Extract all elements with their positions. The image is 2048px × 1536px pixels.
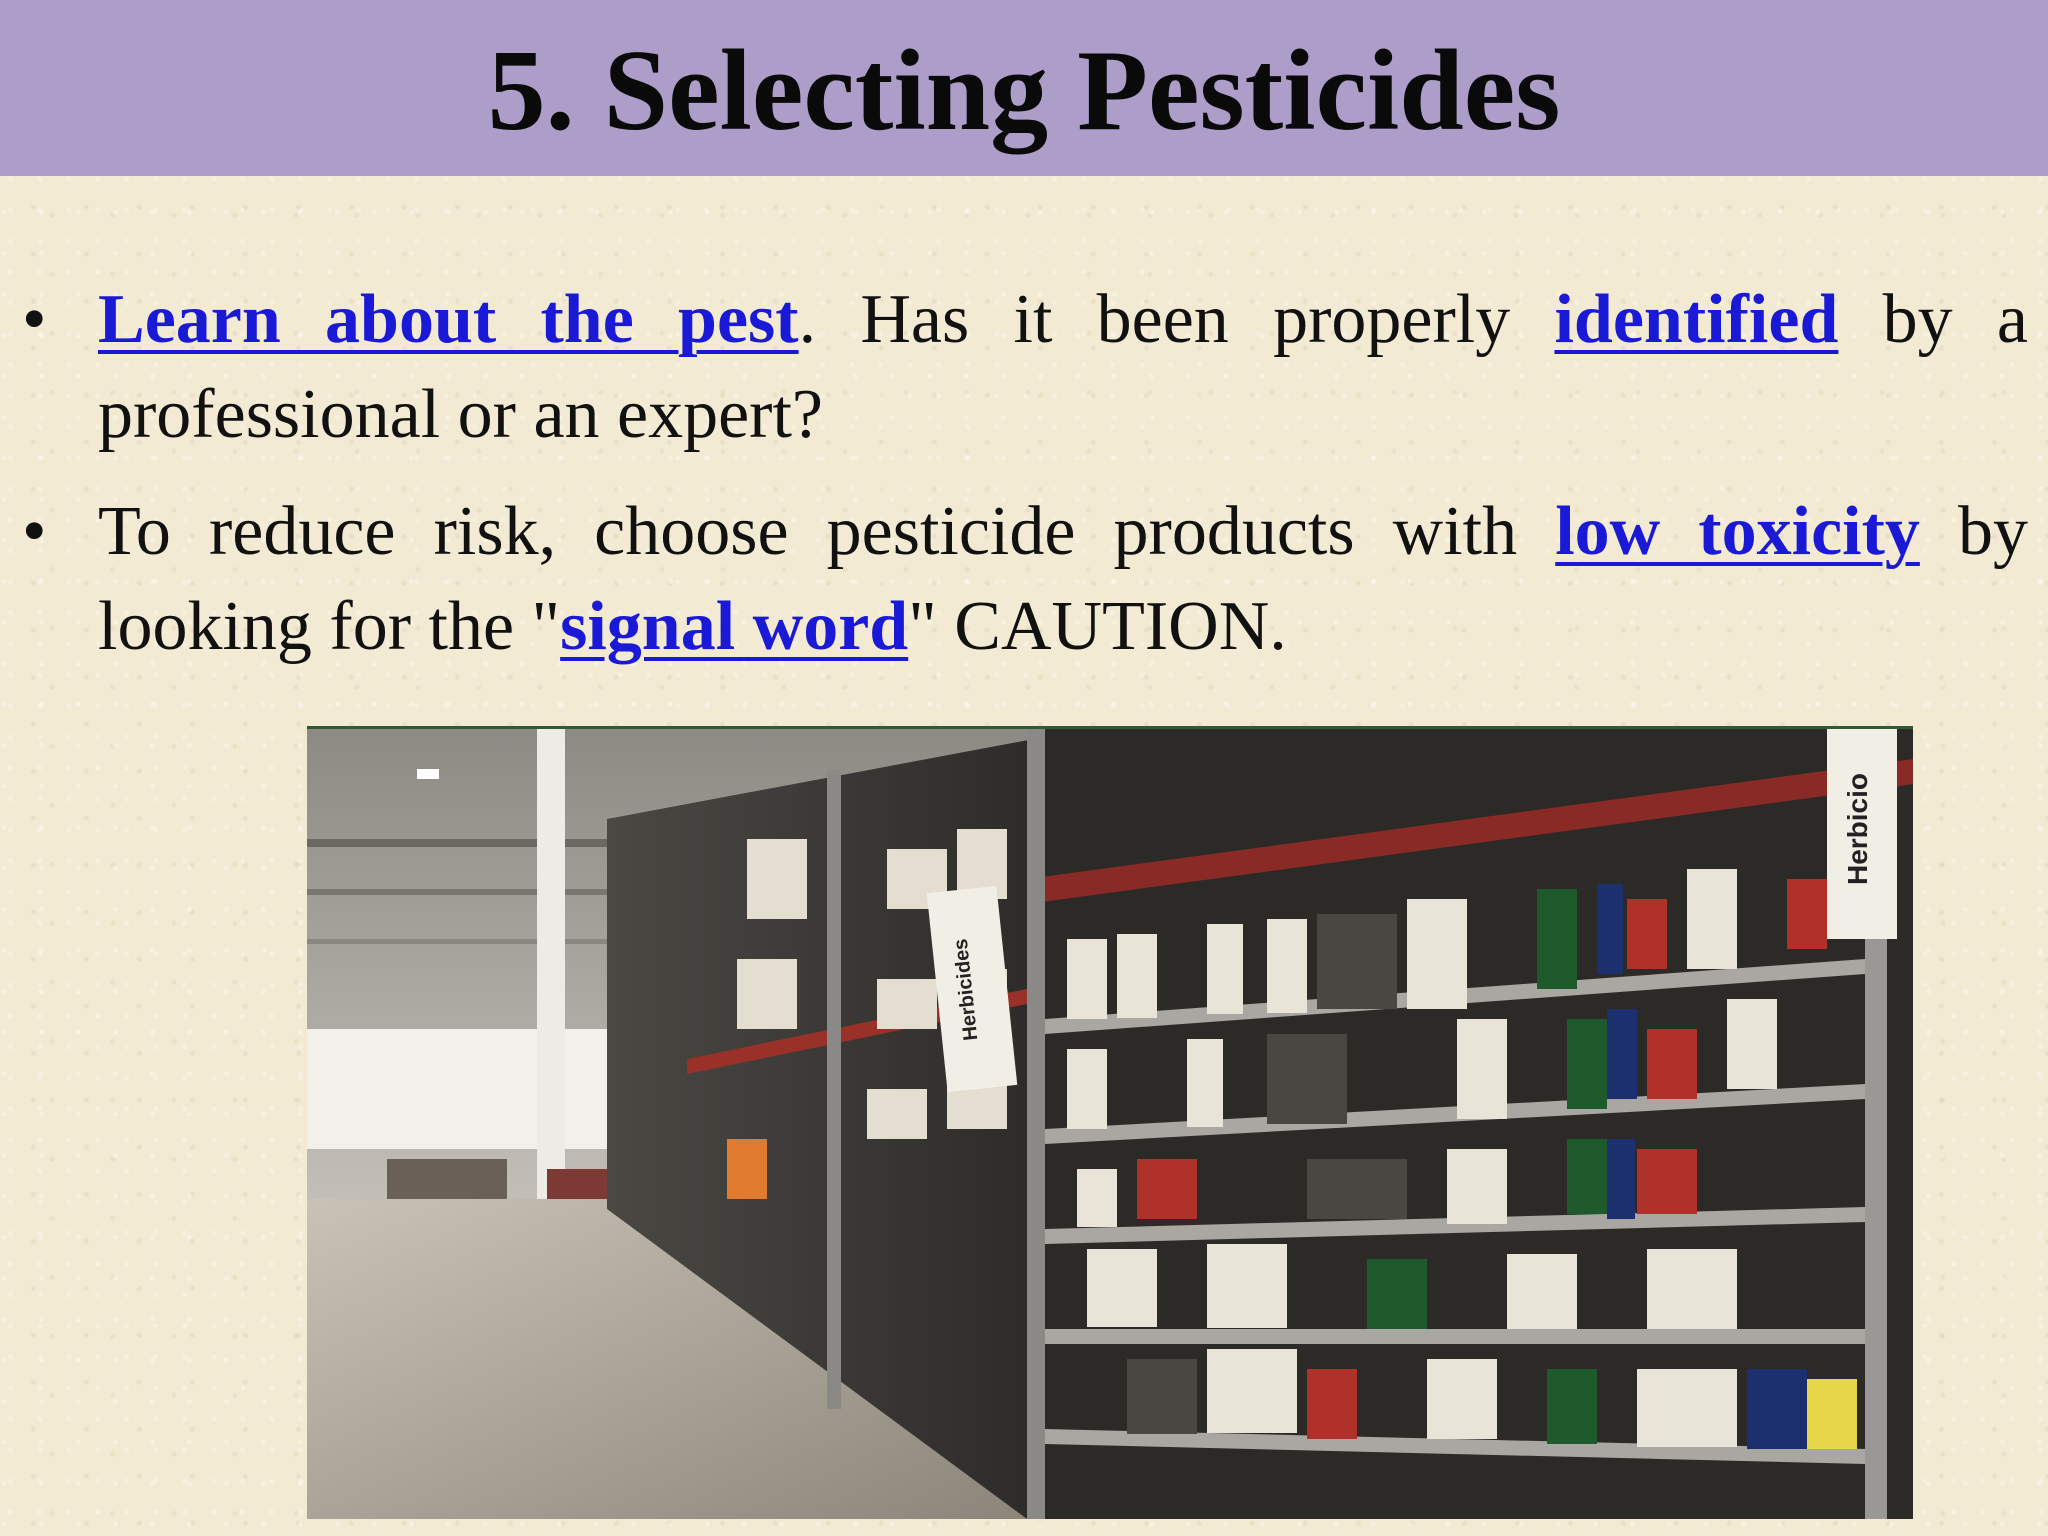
learn-about-pest-link[interactable]: Learn about the pest — [98, 281, 799, 358]
identified-link[interactable]: identified — [1554, 281, 1838, 358]
store-aisle-photo: Herbicides Herbicio — [307, 726, 1913, 1519]
bullet-item: • Learn about the pest. Has it been prop… — [22, 272, 2028, 462]
bullet-marker: • — [22, 493, 47, 570]
bullet-text: . Has it been properly — [798, 281, 1555, 358]
bullet-marker: • — [22, 281, 47, 358]
low-toxicity-link[interactable]: low toxicity — [1555, 493, 1920, 570]
herbicides-sign-cut: Herbicio — [1842, 773, 1873, 885]
bullet-text: To reduce risk, choose pesticide product… — [98, 493, 1556, 570]
bullet-item: • To reduce risk, choose pesticide produ… — [22, 484, 2028, 674]
bullet-text: " CAUTION. — [908, 588, 1287, 665]
slide-title: 5. Selecting Pesticides — [487, 27, 1561, 155]
signal-word-link[interactable]: signal word — [560, 588, 908, 665]
